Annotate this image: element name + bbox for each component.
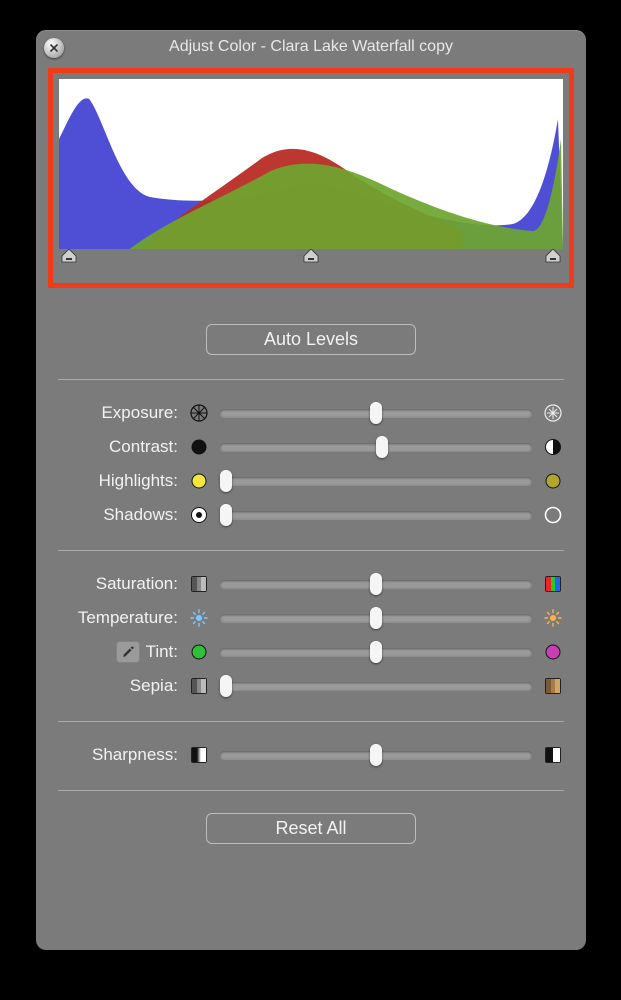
slider-group-tone: Exposure: Contrast: [48,396,574,532]
titlebar: Adjust Color - Clara Lake Waterfall copy [36,30,586,64]
sepia-slider[interactable] [220,682,532,690]
mid-point-handle[interactable] [303,249,319,263]
sharpness-row: Sharpness: [58,738,564,772]
temperature-label: Temperature: [78,608,178,628]
exposure-slider[interactable] [220,409,532,417]
exposure-thumb[interactable] [370,402,382,424]
black-point-handle[interactable] [61,249,77,263]
highlights-row: Highlights: [58,464,564,498]
swatch-gray-icon [188,675,210,697]
slider-group-color: Saturation: Temperature: [48,567,574,703]
histogram [59,79,563,249]
auto-levels-button[interactable]: Auto Levels [206,324,416,355]
circle-filled-icon [188,436,210,458]
dot-yellow-icon [188,470,210,492]
exposure-row: Exposure: [58,396,564,430]
shadows-slider[interactable] [220,511,532,519]
sun-cool-icon [188,607,210,629]
panel-content: Auto Levels Exposure: Contrast: [36,64,586,950]
sepia-thumb[interactable] [220,675,232,697]
shadows-row: Shadows: [58,498,564,532]
swatch-rainbow-icon [542,573,564,595]
sharpness-slider[interactable] [220,751,532,759]
tint-thumb[interactable] [370,641,382,663]
dot-magenta-icon [542,641,564,663]
sepia-label: Sepia: [130,676,178,696]
dot-green-icon [188,641,210,663]
saturation-row: Saturation: [58,567,564,601]
levels-handles [59,247,563,265]
contrast-label: Contrast: [109,437,178,457]
swatch-soft-icon [188,744,210,766]
dot-olive-icon [542,470,564,492]
swatch-sepia-icon [542,675,564,697]
histogram-plot [59,79,563,249]
window-title: Adjust Color - Clara Lake Waterfall copy [169,38,453,56]
histogram-highlight-frame [48,68,574,288]
circle-half-icon [542,436,564,458]
eyedropper-icon [121,645,135,659]
close-button[interactable] [44,38,64,58]
swatch-gray-icon [188,573,210,595]
temperature-row: Temperature: [58,601,564,635]
sepia-row: Sepia: [58,669,564,703]
exposure-label: Exposure: [101,403,178,423]
temperature-slider[interactable] [220,614,532,622]
separator [58,550,564,551]
aperture-closed-icon [188,402,210,424]
saturation-label: Saturation: [96,574,178,594]
separator [58,790,564,791]
shadows-thumb[interactable] [220,504,232,526]
white-point-handle[interactable] [545,249,561,263]
reset-all-button[interactable]: Reset All [206,813,416,844]
tint-slider[interactable] [220,648,532,656]
sharpness-thumb[interactable] [370,744,382,766]
aperture-open-icon [542,402,564,424]
saturation-thumb[interactable] [370,573,382,595]
tint-row: Tint: [58,635,564,669]
sharpness-label: Sharpness: [92,745,178,765]
ring-open-icon [542,504,564,526]
swatch-sharp-icon [542,744,564,766]
contrast-slider[interactable] [220,443,532,451]
highlights-thumb[interactable] [220,470,232,492]
slider-group-sharpness: Sharpness: [48,738,574,772]
tint-label: Tint: [146,642,178,662]
adjust-color-panel: Adjust Color - Clara Lake Waterfall copy [36,30,586,950]
separator [58,379,564,380]
highlights-slider[interactable] [220,477,532,485]
saturation-slider[interactable] [220,580,532,588]
eyedropper-button[interactable] [116,641,140,663]
temperature-thumb[interactable] [370,607,382,629]
ring-filled-icon [188,504,210,526]
close-icon [49,43,59,53]
contrast-thumb[interactable] [376,436,388,458]
highlights-label: Highlights: [99,471,178,491]
sun-warm-icon [542,607,564,629]
shadows-label: Shadows: [103,505,178,525]
contrast-row: Contrast: [58,430,564,464]
separator [58,721,564,722]
